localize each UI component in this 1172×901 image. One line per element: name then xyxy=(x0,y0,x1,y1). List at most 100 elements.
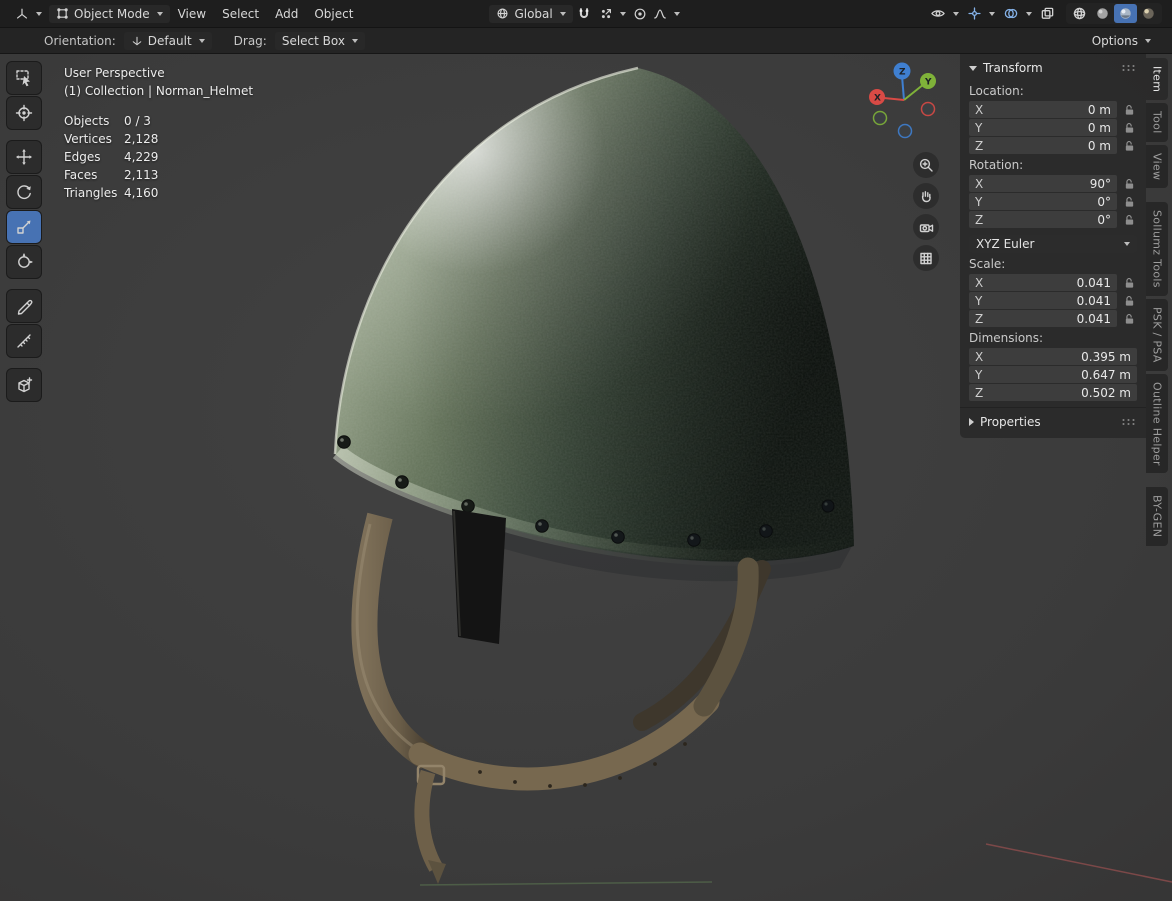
viewport-stats: User Perspective (1) Collection | Norman… xyxy=(64,64,253,202)
view-name: User Perspective xyxy=(64,66,165,80)
lock-button[interactable] xyxy=(1121,313,1137,325)
tab-outline-helper[interactable]: Outline Helper xyxy=(1146,373,1168,474)
pan-button[interactable] xyxy=(913,183,939,209)
lock-button[interactable] xyxy=(1121,140,1137,152)
toggle-xray[interactable] xyxy=(1037,4,1058,23)
rotation-fields: X 90° Y 0° Z 0° xyxy=(960,175,1146,228)
gizmo-neg-y-axis[interactable] xyxy=(872,110,888,126)
gizmo-x-label: X xyxy=(874,94,881,104)
chevron-down-icon xyxy=(351,38,358,43)
scale-z-field[interactable]: Z 0.041 xyxy=(969,310,1117,327)
lock-button[interactable] xyxy=(1121,277,1137,289)
rotation-z-field[interactable]: Z 0° xyxy=(969,211,1117,228)
lock-button[interactable] xyxy=(1121,104,1137,116)
lock-button[interactable] xyxy=(1121,178,1137,190)
location-fields: X0 m Y0 m Z0 m xyxy=(960,101,1146,154)
workspace: User Perspective (1) Collection | Norman… xyxy=(0,54,1172,901)
scale-y-field[interactable]: Y 0.041 xyxy=(969,292,1117,309)
panel-grip-icon[interactable] xyxy=(1121,418,1137,426)
move-icon xyxy=(16,149,32,165)
tab-sollumz-tools[interactable]: Sollumz Tools xyxy=(1146,202,1168,296)
overlays-dropdown[interactable] xyxy=(1000,4,1035,23)
viewport-nav-tools xyxy=(913,152,939,271)
tool-rotate[interactable] xyxy=(7,176,41,208)
location-x-field[interactable]: X0 m xyxy=(969,101,1117,118)
gizmo-neg-z-axis[interactable] xyxy=(897,123,913,139)
lock-button[interactable] xyxy=(1121,295,1137,307)
ortho-grid-button[interactable] xyxy=(913,245,939,271)
unlock-icon xyxy=(1125,122,1133,133)
tool-add-cube[interactable] xyxy=(7,369,41,401)
zoom-button[interactable] xyxy=(913,152,939,178)
lock-button[interactable] xyxy=(1121,122,1137,134)
viewport-3d[interactable]: User Perspective (1) Collection | Norman… xyxy=(0,54,1172,901)
options-dropdown[interactable]: Options xyxy=(1085,32,1158,50)
shading-wireframe-button[interactable] xyxy=(1068,4,1091,23)
eye-icon xyxy=(931,10,945,17)
proportional-falloff-dropdown[interactable] xyxy=(650,5,683,23)
unlock-icon xyxy=(1125,178,1133,189)
tool-measure[interactable] xyxy=(7,325,41,357)
unlock-icon xyxy=(1125,196,1133,207)
proportional-editing-toggle[interactable] xyxy=(630,5,650,23)
proportional-circle-icon xyxy=(634,8,646,19)
object-visibility-dropdown[interactable] xyxy=(927,4,962,23)
chevron-down-icon xyxy=(673,11,680,16)
shading-material-button[interactable] xyxy=(1114,4,1137,23)
helmet-object[interactable] xyxy=(300,54,880,884)
transform-icon xyxy=(18,253,33,268)
menu-add[interactable]: Add xyxy=(267,4,306,24)
hand-icon xyxy=(921,191,931,203)
tool-annotate[interactable] xyxy=(7,290,41,322)
dimensions-fields: X 0.395 m Y 0.647 m Z 0.502 m xyxy=(960,348,1146,401)
collapse-arrow-icon xyxy=(969,65,977,71)
snap-toggle[interactable] xyxy=(573,5,595,23)
shading-solid-button[interactable] xyxy=(1091,4,1114,23)
transform-orientation-dropdown[interactable]: Global xyxy=(489,4,573,23)
overlays-icon xyxy=(1004,8,1018,19)
dimensions-label: Dimensions: xyxy=(969,331,1044,345)
drag-select[interactable]: Select Box xyxy=(274,31,365,50)
unlock-icon xyxy=(1125,104,1133,115)
navigation-gizmo[interactable]: Z Y X xyxy=(866,60,942,142)
mode-selector[interactable]: Object Mode xyxy=(49,4,170,23)
tab-tool[interactable]: Tool xyxy=(1146,103,1168,142)
expand-arrow-icon xyxy=(969,418,974,426)
tool-cursor[interactable] xyxy=(7,97,41,129)
location-z-field[interactable]: Z0 m xyxy=(969,137,1117,154)
tool-transform[interactable] xyxy=(7,246,41,278)
camera-view-button[interactable] xyxy=(913,214,939,240)
menu-select[interactable]: Select xyxy=(214,4,267,24)
dimensions-y-field[interactable]: Y 0.647 m xyxy=(969,366,1137,383)
menu-object[interactable]: Object xyxy=(306,4,361,24)
shading-rendered-button[interactable] xyxy=(1137,4,1160,23)
tool-select-box[interactable] xyxy=(7,62,41,94)
gizmos-dropdown[interactable] xyxy=(964,4,998,23)
properties-panel-header[interactable]: Properties xyxy=(960,408,1146,434)
rotation-mode-select[interactable]: XYZ Euler xyxy=(969,235,1137,253)
snapping-dropdown[interactable] xyxy=(595,5,630,23)
dimensions-x-field[interactable]: X 0.395 m xyxy=(969,348,1137,365)
transform-panel-header[interactable]: Transform xyxy=(960,54,1146,80)
tab-view[interactable]: View xyxy=(1146,144,1168,189)
tool-move[interactable] xyxy=(7,141,41,173)
stat-row: Faces 2,113 xyxy=(64,168,159,182)
menu-view[interactable]: View xyxy=(170,4,214,24)
dimensions-z-field[interactable]: Z 0.502 m xyxy=(969,384,1137,401)
tab-psk-psa[interactable]: PSK / PSA xyxy=(1146,298,1168,371)
rotation-x-field[interactable]: X 90° xyxy=(969,175,1117,192)
stat-row: Vertices 2,128 xyxy=(64,132,159,146)
panel-grip-icon[interactable] xyxy=(1121,64,1137,72)
gizmo-neg-x-axis[interactable] xyxy=(920,101,936,117)
tool-scale[interactable] xyxy=(7,211,41,243)
rotation-y-field[interactable]: Y 0° xyxy=(969,193,1117,210)
location-y-field[interactable]: Y0 m xyxy=(969,119,1117,136)
orientation-select[interactable]: Default xyxy=(123,31,212,50)
tab-item[interactable]: Item xyxy=(1146,58,1168,101)
scale-x-field[interactable]: X 0.041 xyxy=(969,274,1117,291)
lock-button[interactable] xyxy=(1121,214,1137,226)
editor-type-button[interactable] xyxy=(8,5,49,23)
chevron-down-icon xyxy=(559,11,566,16)
lock-button[interactable] xyxy=(1121,196,1137,208)
tab-by-gen[interactable]: BY-GEN xyxy=(1146,487,1168,546)
